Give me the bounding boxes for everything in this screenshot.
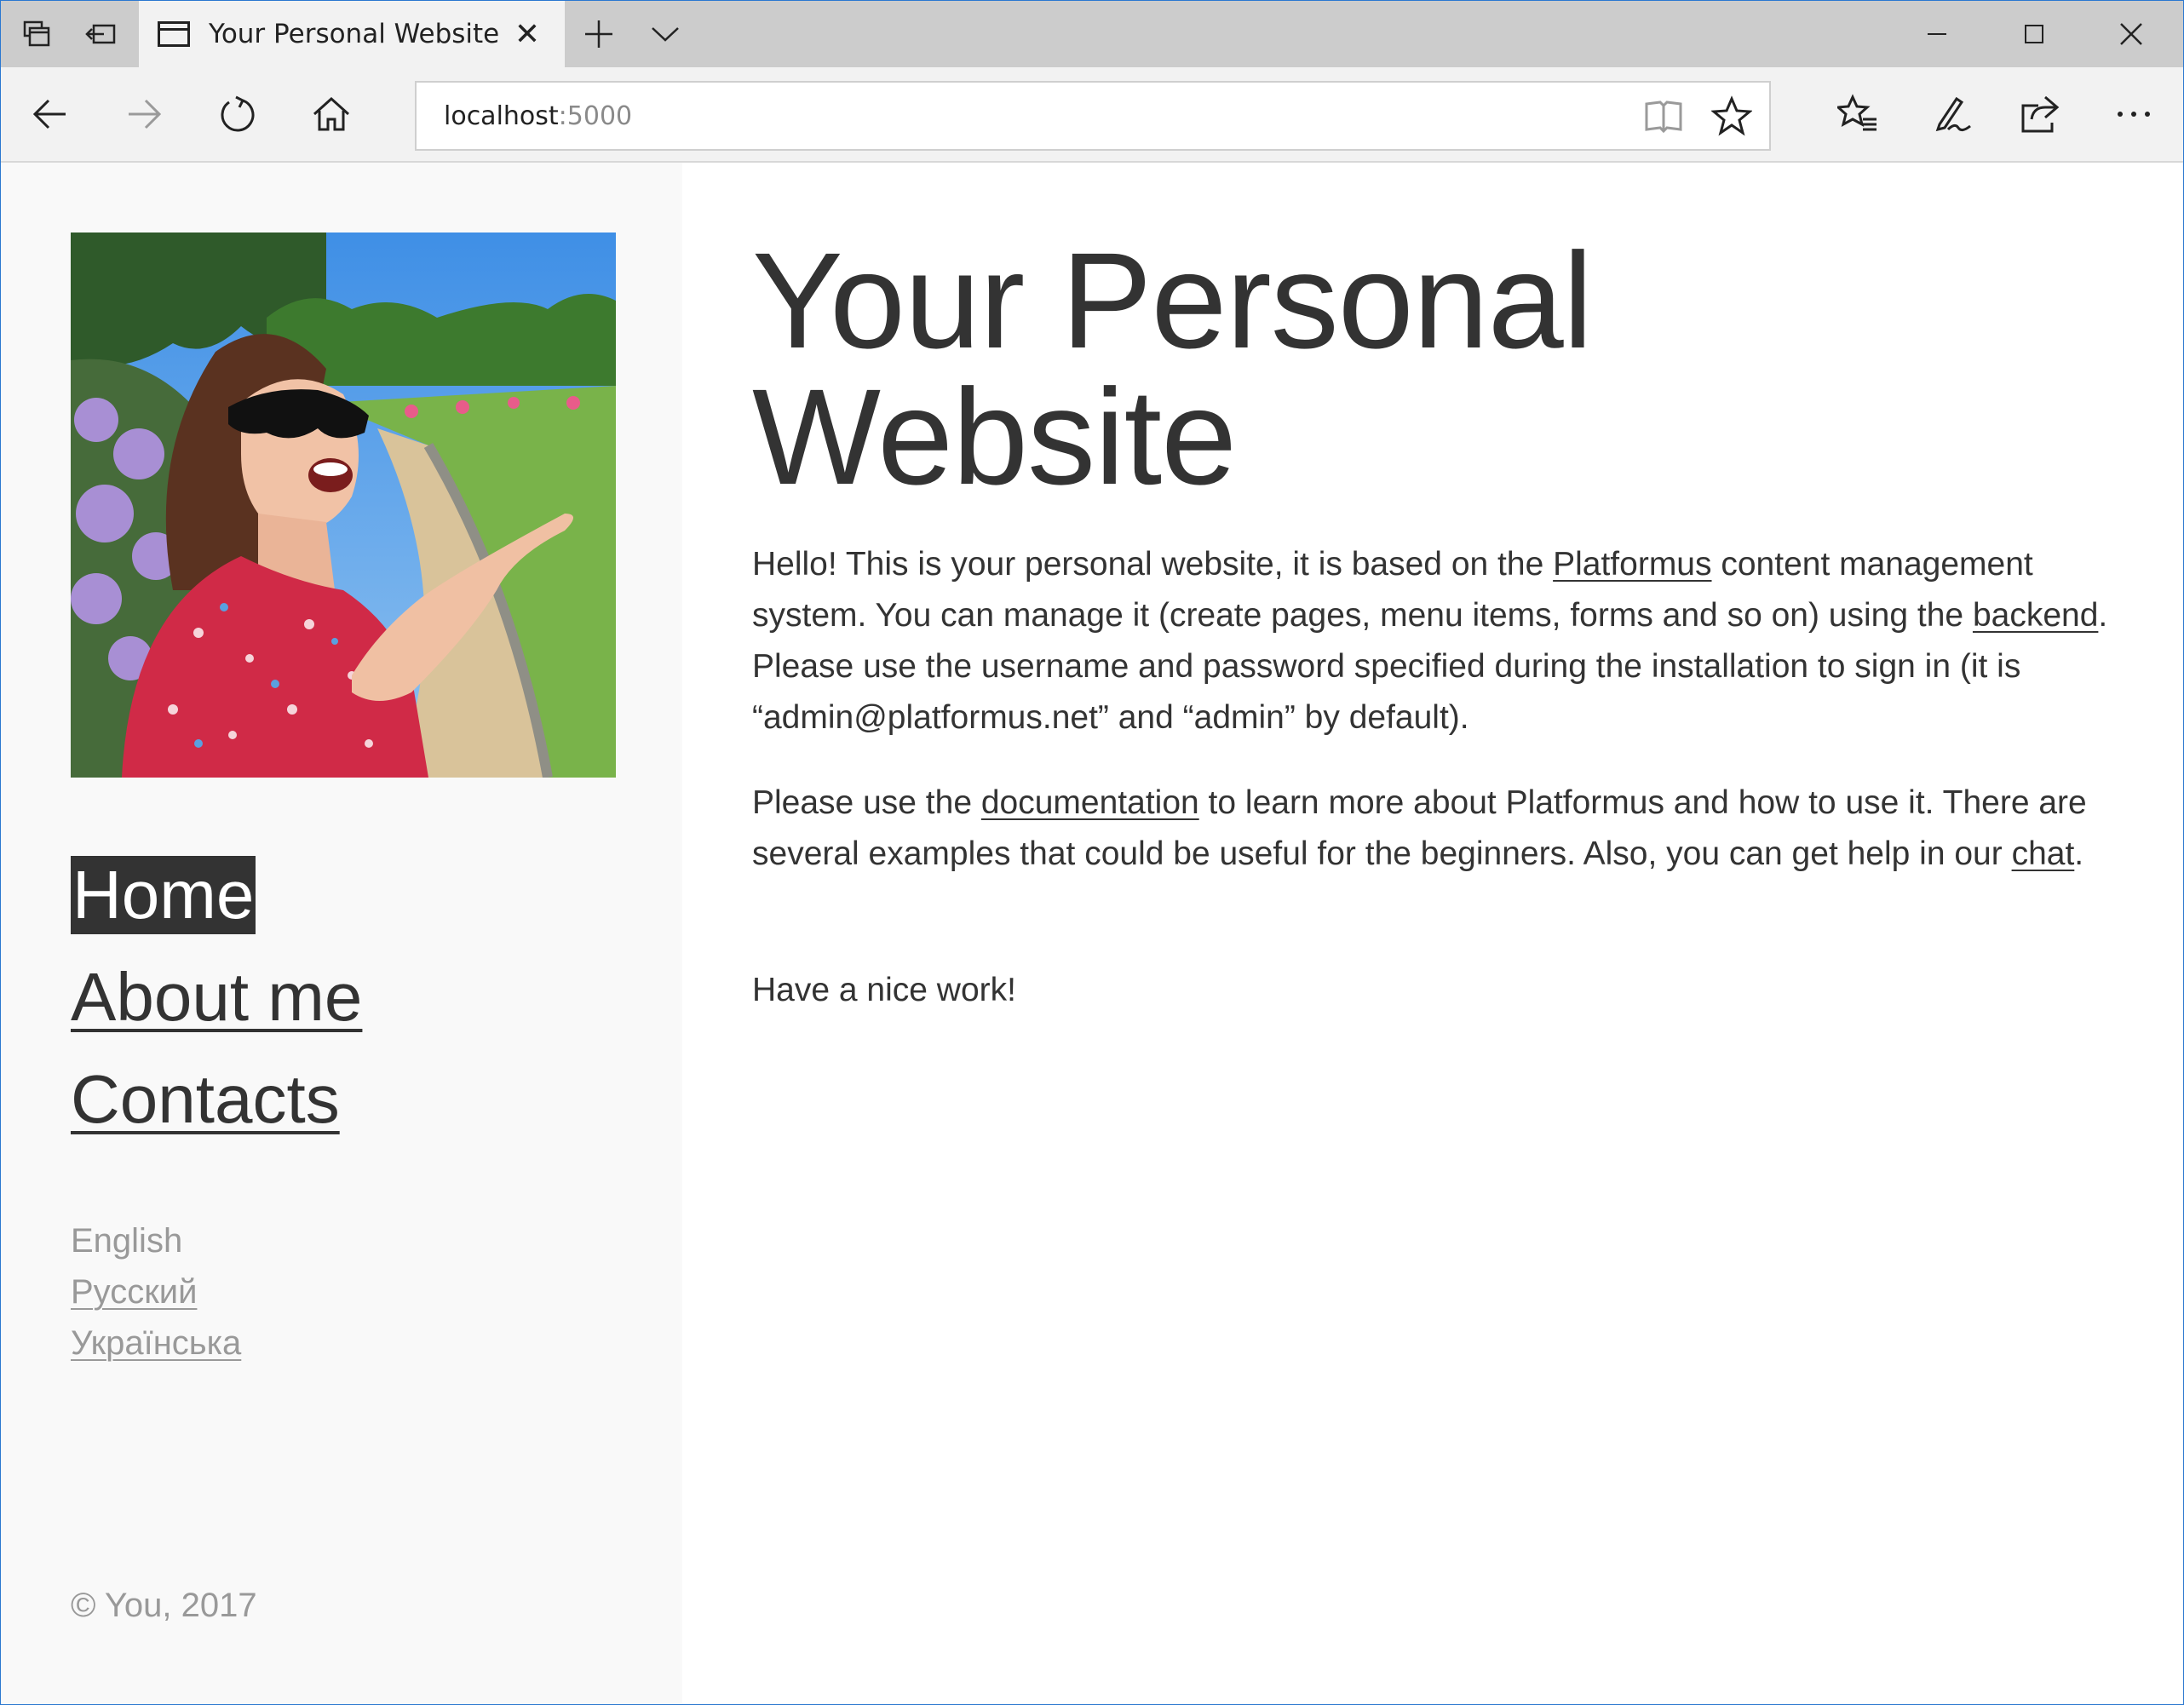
- menu-item-about-me[interactable]: About me: [71, 958, 362, 1036]
- forward-button[interactable]: [100, 67, 188, 161]
- refresh-icon: [221, 95, 255, 132]
- page-title-line-2: Website: [752, 360, 1237, 513]
- forward-arrow-icon: [129, 99, 162, 129]
- book-icon[interactable]: [1629, 83, 1698, 149]
- menu-item-contacts[interactable]: Contacts: [71, 1060, 340, 1139]
- address-bar[interactable]: localhost:5000: [415, 81, 1771, 151]
- plus-icon[interactable]: [568, 1, 629, 67]
- more-dots-icon: [2118, 112, 2150, 117]
- page-favicon-icon: [158, 21, 190, 47]
- language-english: English: [71, 1222, 183, 1260]
- menu-item-home[interactable]: Home: [71, 856, 256, 934]
- navigation-toolbar: localhost:5000: [1, 67, 2183, 163]
- page-title: Your Personal Website: [752, 224, 1593, 513]
- language-russian[interactable]: Русский: [71, 1272, 197, 1312]
- maximize-button[interactable]: [1986, 1, 2083, 67]
- web-note-button[interactable]: [1907, 67, 1996, 161]
- profile-photo: [71, 232, 616, 778]
- back-arrow-icon: [32, 99, 66, 129]
- copyright: © You, 2017: [71, 1587, 257, 1624]
- active-tab[interactable]: Your Personal Website ✕: [139, 1, 565, 67]
- tab-strip: Your Personal Website ✕: [1, 1, 2183, 67]
- minimize-icon: [1928, 33, 1946, 35]
- maximize-icon: [2025, 25, 2043, 43]
- star-icon[interactable]: [1698, 83, 1766, 149]
- platformus-link[interactable]: Platformus: [1553, 546, 1711, 583]
- more-button[interactable]: [2089, 67, 2178, 161]
- home-button[interactable]: [287, 67, 376, 161]
- documentation-link[interactable]: documentation: [981, 784, 1199, 821]
- favorites-list-icon: [1837, 94, 1877, 131]
- share-icon: [2021, 95, 2060, 133]
- set-aside-tabs-icon[interactable]: [71, 1, 132, 67]
- page-title-line-1: Your Personal: [752, 224, 1593, 376]
- close-icon[interactable]: ✕: [509, 1, 546, 67]
- url-host: localhost: [444, 100, 559, 131]
- docs-text-1: Please use the: [752, 784, 981, 821]
- share-button[interactable]: [1996, 67, 2084, 161]
- backend-link[interactable]: backend: [1973, 597, 2098, 634]
- docs-text-3: .: [2074, 835, 2084, 872]
- refresh-button[interactable]: [193, 67, 282, 161]
- close-window-icon: [2120, 23, 2142, 45]
- chevron-down-icon[interactable]: [635, 1, 696, 67]
- favorites-hub-button[interactable]: [1813, 67, 1902, 161]
- close-window-button[interactable]: [2083, 1, 2180, 67]
- language-ukrainian[interactable]: Українська: [71, 1323, 241, 1363]
- sidebar: Home About me Contacts English Русский У…: [1, 163, 682, 1704]
- back-button[interactable]: [6, 67, 95, 161]
- closing-paragraph: Have a nice work!: [752, 972, 1016, 1008]
- pen-icon: [1935, 96, 1971, 132]
- home-icon: [313, 96, 350, 131]
- minimize-button[interactable]: [1888, 1, 1986, 67]
- url-port: :5000: [558, 100, 633, 131]
- intro-paragraph: Hello! This is your personal website, it…: [752, 539, 2115, 743]
- tab-preview-icon[interactable]: [6, 1, 67, 67]
- tab-title: Your Personal Website: [209, 19, 500, 49]
- docs-paragraph: Please use the documentation to learn mo…: [752, 778, 2115, 880]
- intro-text-1: Hello! This is your personal website, it…: [752, 546, 1554, 583]
- page-viewport: Home About me Contacts English Русский У…: [1, 163, 2183, 1704]
- browser-window: Your Personal Website ✕ localhost:5000: [0, 0, 2184, 1705]
- chat-link[interactable]: chat: [2012, 835, 2075, 872]
